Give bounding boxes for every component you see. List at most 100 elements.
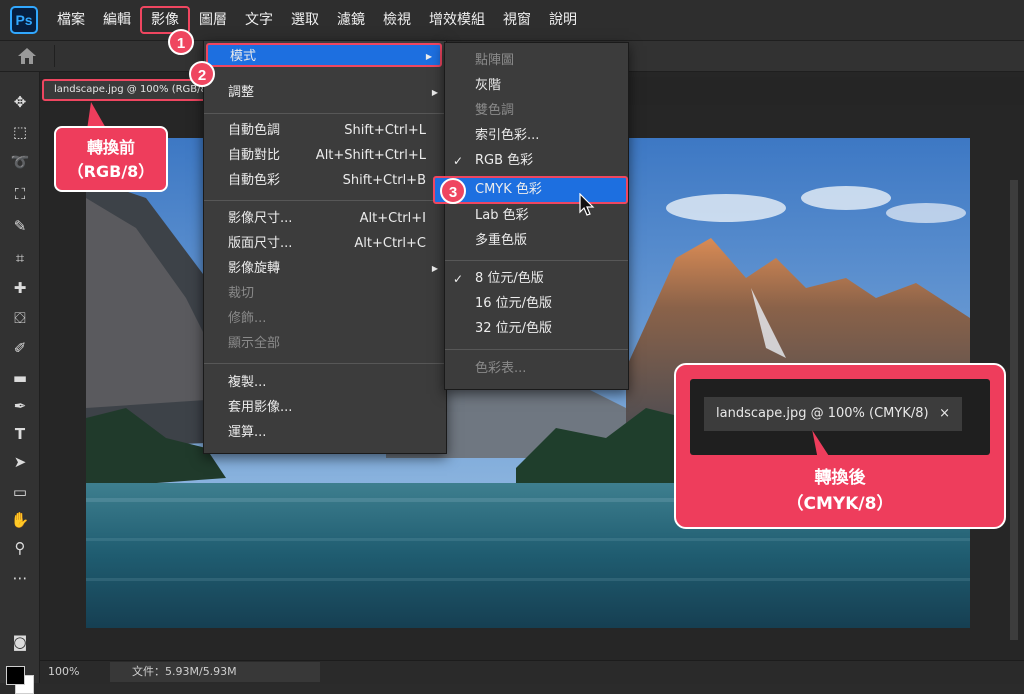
stamp-tool-icon[interactable]: ⛋ [10,308,30,328]
menu-file[interactable]: 檔案 [48,6,94,34]
menu-item-image-size[interactable]: 影像尺寸... Alt+Ctrl+I [204,207,446,231]
object-select-tool-icon[interactable]: ⛶ [10,184,30,204]
menu-layer[interactable]: 圖層 [190,6,236,34]
spot-healing-tool-icon[interactable]: ✚ [10,278,30,298]
menu-item-canvas-size[interactable]: 版面尺寸... Alt+Ctrl+C [204,232,446,256]
menu-item-auto-color[interactable]: 自動色彩 Shift+Ctrl+B [204,169,446,193]
after-tab-title: landscape.jpg @ 100% (CMYK/8) [716,406,929,421]
hand-tool-icon[interactable]: ✋ [10,510,30,530]
mode-item-lab-color[interactable]: Lab 色彩 [445,204,628,228]
menu-item-calculations[interactable]: 運算... [204,421,446,445]
type-tool-icon[interactable]: T [10,424,30,444]
mode-item-cmyk-color-label: CMYK 色彩 [475,182,542,197]
after-conversion-callout: landscape.jpg @ 100% (CMYK/8) × 轉換後 （CMY… [674,363,1006,529]
mode-item-grayscale[interactable]: 灰階 [445,74,628,98]
after-callout-label: 轉換後 （CMYK/8） [676,465,1004,517]
mode-item-color-table: 色彩表... [445,357,628,381]
zoom-tool-icon[interactable]: ⚲ [10,538,30,558]
mode-submenu: 點陣圖 灰階 雙色調 索引色彩... ✓ RGB 色彩 CMYK 色彩 Lab … [433,42,629,390]
brush-tool-icon[interactable]: ✐ [10,338,30,358]
zoom-level[interactable]: 100% [48,665,79,678]
menu-separator [204,200,446,201]
mode-item-rgb-color-label: RGB 色彩 [475,153,534,168]
lasso-tool-icon[interactable]: ➰ [10,152,30,172]
home-icon[interactable] [16,46,38,66]
mode-item-16-bit[interactable]: 16 位元/色版 [445,292,628,316]
shortcut-label: Alt+Ctrl+C [354,236,426,251]
pen-tool-icon[interactable]: ✒ [10,396,30,416]
menu-separator [204,113,446,114]
shortcut-label: Shift+Ctrl+L [344,123,426,138]
rectangle-tool-icon[interactable]: ▭ [10,482,30,502]
mode-item-indexed-color[interactable]: 索引色彩... [445,124,628,148]
mode-item-16-bit-label: 16 位元/色版 [475,296,553,311]
mode-item-multichannel[interactable]: 多重色版 [445,229,628,253]
eyedropper-tool-icon[interactable]: ✎ [10,216,30,236]
after-document-tab[interactable]: landscape.jpg @ 100% (CMYK/8) × [704,397,962,431]
mode-item-color-table-label: 色彩表... [475,361,527,376]
marquee-tool-icon[interactable]: ⬚ [10,122,30,142]
submenu-arrow-icon: ▶ [431,264,438,273]
quick-mask-icon[interactable]: ◙ [10,632,30,652]
menu-item-image-rotation[interactable]: 影像旋轉 ▶ [204,257,446,281]
mouse-cursor-icon [579,193,595,216]
menu-item-duplicate[interactable]: 複製... [204,371,446,395]
vertical-scrollbar[interactable] [1010,180,1018,640]
menu-item-adjustments-label: 調整 [228,85,255,100]
menu-bar: Ps 檔案 編輯 影像 圖層 文字 選取 濾鏡 檢視 增效模組 視窗 說明 [0,0,1024,40]
menu-item-trim-label: 修飾... [228,311,267,326]
mode-item-8-bit[interactable]: ✓ 8 位元/色版 [445,267,628,291]
menu-plugins[interactable]: 增效模組 [420,6,494,34]
menu-separator [204,363,446,364]
path-select-tool-icon[interactable]: ➤ [10,452,30,472]
menu-edit[interactable]: 編輯 [94,6,140,34]
menu-view[interactable]: 檢視 [374,6,420,34]
document-size-info[interactable]: 文件：5.93M/5.93M [110,662,320,682]
photoshop-logo[interactable]: Ps [10,6,38,34]
menu-item-adjustments[interactable]: 調整 ▶ [204,81,446,105]
mode-item-multichannel-label: 多重色版 [475,233,528,248]
mode-item-32-bit-label: 32 位元/色版 [475,321,553,336]
crop-tool-icon[interactable]: ⌗ [10,248,30,268]
mode-item-lab-color-label: Lab 色彩 [475,208,529,223]
menu-item-reveal-all: 顯示全部 [204,332,446,356]
menu-item-auto-contrast-label: 自動對比 [228,148,281,163]
foreground-color-swatch[interactable] [6,666,25,685]
menu-type[interactable]: 文字 [236,6,282,34]
shortcut-label: Shift+Ctrl+B [342,173,426,188]
menu-separator [445,349,628,350]
menu-window[interactable]: 視窗 [494,6,540,34]
move-tool-icon[interactable]: ✥ [10,92,30,112]
after-callout-mode: （CMYK/8） [786,494,894,514]
mode-item-grayscale-label: 灰階 [475,78,502,93]
step-badge-1: 1 [168,29,194,55]
menu-item-crop: 裁切 [204,282,446,306]
before-conversion-callout: 轉換前 （RGB/8） [54,126,168,192]
menu-select[interactable]: 選取 [282,6,328,34]
tools-panel: ✥ ⬚ ➰ ⛶ ✎ ⌗ ✚ ⛋ ✐ ▬ ✒ T ➤ ▭ ✋ ⚲ ⋯ ◙ [0,72,40,694]
mode-item-bitmap: 點陣圖 [445,49,628,73]
eraser-tool-icon[interactable]: ▬ [10,368,30,388]
menu-item-apply-image-label: 套用影像... [228,400,293,415]
menu-item-auto-tone-label: 自動色調 [228,123,281,138]
menu-item-mode[interactable]: 模式 ▶ [206,43,442,67]
close-icon[interactable]: × [939,397,950,431]
mode-item-32-bit[interactable]: 32 位元/色版 [445,317,628,341]
menu-help[interactable]: 說明 [540,6,586,34]
checkmark-icon: ✓ [453,154,464,168]
menu-item-auto-contrast[interactable]: 自動對比 Alt+Shift+Ctrl+L [204,144,446,168]
menu-item-mode-label: 模式 [230,49,257,64]
menu-filter[interactable]: 濾鏡 [328,6,374,34]
before-callout-title: 轉換前 [86,138,135,157]
step-badge-2: 2 [189,61,215,87]
after-tab-bar: landscape.jpg @ 100% (CMYK/8) × [690,379,990,455]
more-tools-icon[interactable]: ⋯ [10,568,30,588]
mode-item-bitmap-label: 點陣圖 [475,53,515,68]
menu-item-duplicate-label: 複製... [228,375,267,390]
menu-item-auto-tone[interactable]: 自動色調 Shift+Ctrl+L [204,119,446,143]
mode-item-indexed-color-label: 索引色彩... [475,128,540,143]
menu-item-apply-image[interactable]: 套用影像... [204,396,446,420]
mode-item-duotone: 雙色調 [445,99,628,123]
menu-item-calculations-label: 運算... [228,425,267,440]
mode-item-rgb-color[interactable]: ✓ RGB 色彩 [445,149,628,173]
